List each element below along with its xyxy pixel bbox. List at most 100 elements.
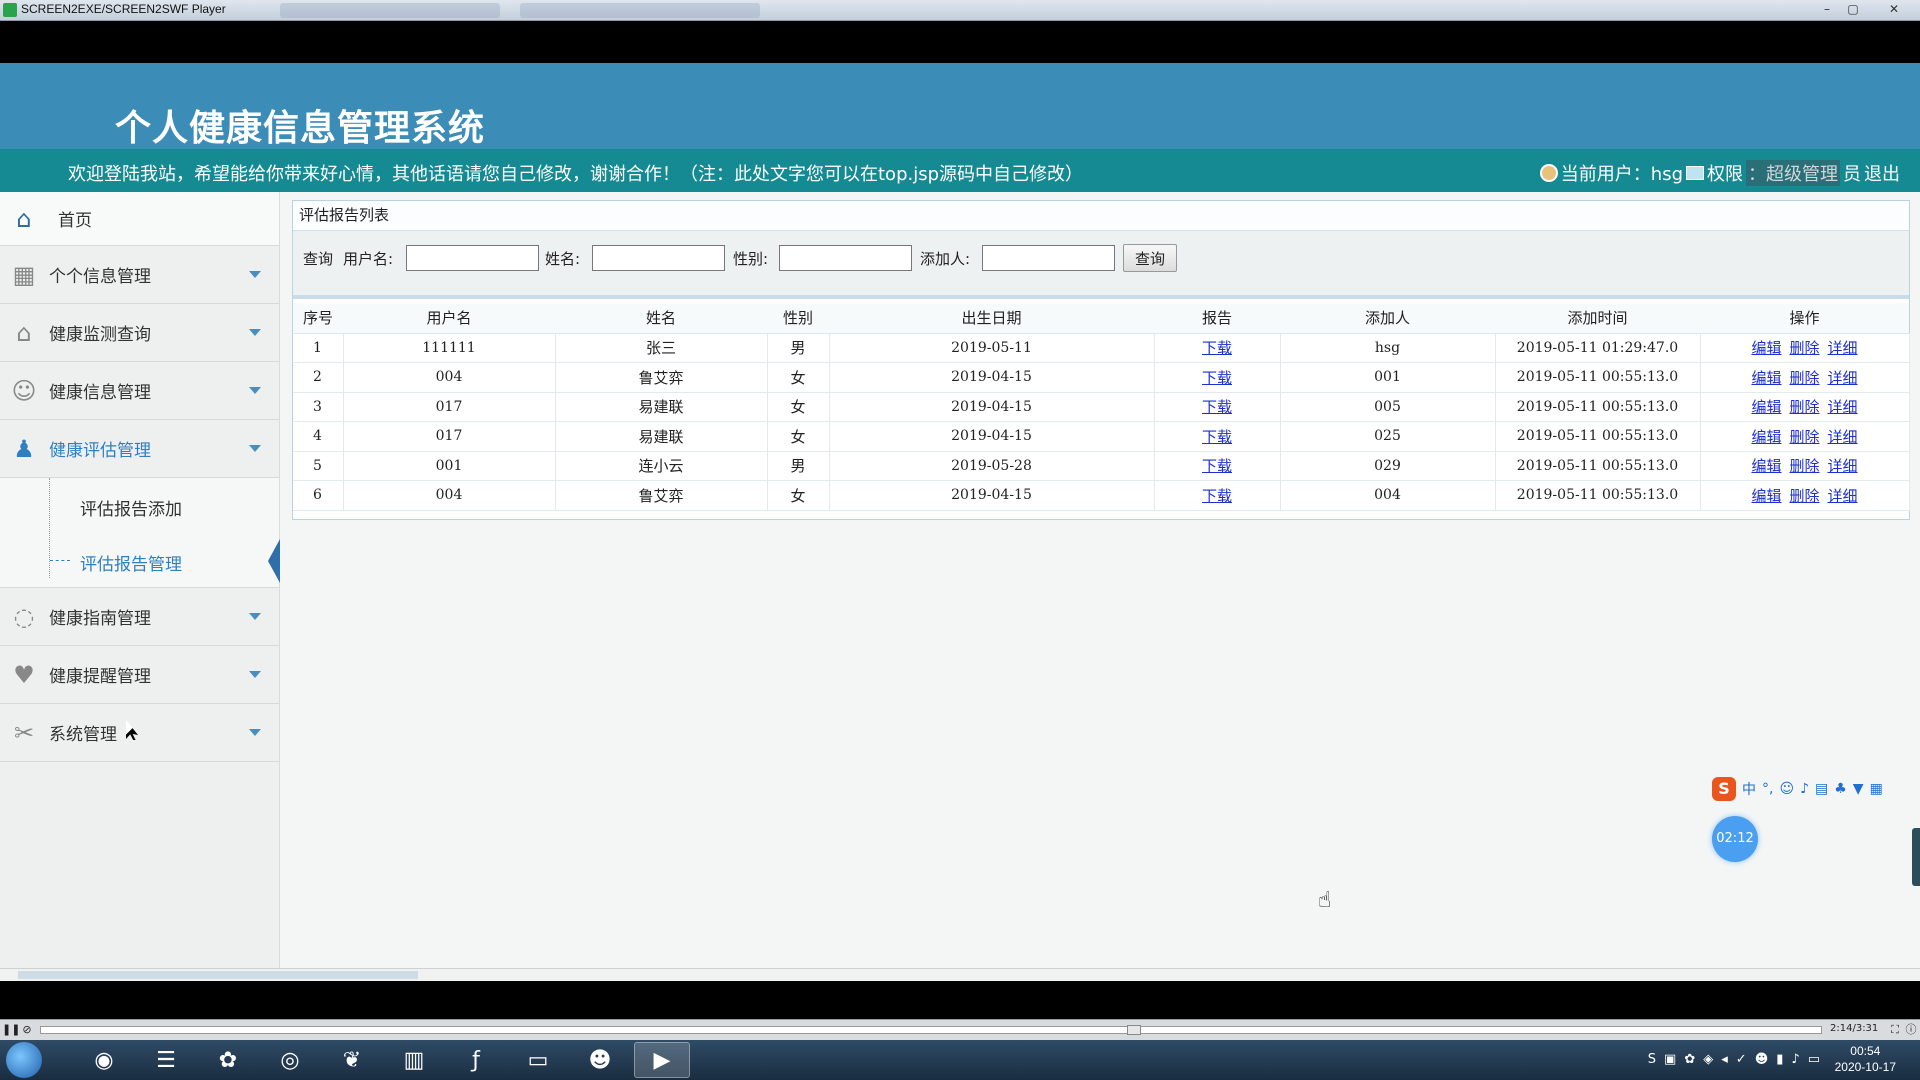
detail-link[interactable]: 详细 [1828, 398, 1858, 416]
table-row: 1 111111 张三男 2019-05-11 下载 hsg 2019-05-11 01:2… [293, 333, 1910, 363]
sidebar-item-monitoring[interactable]: ⌂ 健康监测查询 [0, 304, 279, 362]
network-tray-icon[interactable]: ▣ [1664, 1052, 1676, 1067]
qq-tray-icon[interactable]: ☻ [1755, 1052, 1769, 1067]
display-tray-icon[interactable]: ▭ [1808, 1052, 1820, 1067]
adder-input[interactable] [982, 245, 1115, 271]
table-row: 6 004 鲁艾弈女 2019-04-15 下载 004 2019-05-11 00:55:… [293, 480, 1910, 511]
arrow-tray-icon[interactable]: ◂ [1721, 1052, 1728, 1067]
microphone-icon[interactable]: ♪ [1800, 781, 1809, 797]
grid-menu-icon[interactable]: ▦ [1870, 781, 1883, 797]
screen2exe-player-icon[interactable]: ▶ [634, 1042, 690, 1078]
download-link[interactable]: 下载 [1202, 457, 1232, 475]
submenu-item-add-report[interactable]: 评估报告添加 [50, 478, 280, 533]
row-number: 2 [293, 362, 344, 393]
recording-timer[interactable]: 02:12 [1712, 816, 1758, 862]
player-titlebar: SCREEN2EXE/SCREEN2SWF Player – ▢ ✕ [0, 0, 1920, 21]
cell-report: 下载 [1154, 392, 1281, 422]
battery-tray-icon[interactable]: ▮ [1776, 1052, 1783, 1067]
stop-icon[interactable]: ⊘ [20, 1023, 34, 1037]
volume-icon[interactable]: ♪ [1791, 1052, 1799, 1067]
taskbar-clock[interactable]: 00:54 2020-10-17 [1835, 1043, 1896, 1075]
query-label: 查询 [303, 250, 334, 268]
sidebar-item-health-info[interactable]: ☺ 健康信息管理 [0, 362, 279, 420]
edit-link[interactable]: 编辑 [1751, 457, 1781, 475]
sidebar-item-system[interactable]: ✂ 系统管理 [0, 704, 279, 762]
download-link[interactable]: 下载 [1202, 487, 1232, 505]
sidebar-item-reminder[interactable]: ♥ 健康提醒管理 [0, 646, 279, 704]
detail-link[interactable]: 详细 [1828, 457, 1858, 475]
start-button[interactable] [6, 1042, 42, 1078]
flower-tray-icon[interactable]: ✿ [1684, 1052, 1695, 1067]
detail-link[interactable]: 详细 [1828, 487, 1858, 505]
search-button[interactable]: 查询 [1123, 244, 1177, 272]
chevron-down-icon [249, 613, 261, 620]
qq-icon[interactable]: ☻ [572, 1042, 628, 1078]
detail-link[interactable]: 详细 [1828, 428, 1858, 446]
chart-app-icon[interactable]: ▥ [386, 1042, 442, 1078]
sogou-tray-icon[interactable]: S [1648, 1052, 1656, 1067]
sidebar-item-label: 健康指南管理 [49, 609, 151, 629]
player-controls: ❚❚ ⊘ 2:14/3:31 ⛶ ⓘ [0, 1019, 1920, 1040]
minimize-button[interactable]: – [1816, 1, 1838, 18]
leaf-app-icon[interactable]: ❦ [324, 1042, 380, 1078]
edit-link[interactable]: 编辑 [1751, 339, 1781, 357]
edit-link[interactable]: 编辑 [1751, 398, 1781, 416]
seek-bar[interactable] [40, 1025, 1822, 1035]
detail-link[interactable]: 详细 [1828, 339, 1858, 357]
delete-link[interactable]: 删除 [1789, 428, 1819, 446]
cell-name: 鲁艾弈 [555, 362, 768, 393]
username-input[interactable] [406, 245, 539, 271]
submenu-item-manage-report[interactable]: 评估报告管理 [50, 533, 280, 588]
skin-icon[interactable]: ♣ [1834, 781, 1847, 797]
cell-actions: 编辑 删除 详细 [1700, 392, 1910, 422]
download-link[interactable]: 下载 [1202, 369, 1232, 387]
folder-icon[interactable]: ▭ [510, 1042, 566, 1078]
download-link[interactable]: 下载 [1202, 428, 1232, 446]
edit-link[interactable]: 编辑 [1751, 428, 1781, 446]
delete-link[interactable]: 删除 [1789, 398, 1819, 416]
delete-link[interactable]: 删除 [1789, 369, 1819, 387]
shirt-icon[interactable]: ▼ [1853, 781, 1864, 797]
tools-icon: ✂ [13, 718, 35, 747]
punctuation-icon[interactable]: °, [1762, 781, 1773, 797]
sidebar-item-home[interactable]: ⌂ 首页 [0, 192, 279, 246]
background-tab [280, 3, 500, 18]
cell-report: 下载 [1154, 362, 1281, 393]
delete-link[interactable]: 删除 [1789, 487, 1819, 505]
keyboard-icon[interactable]: ▤ [1815, 781, 1828, 797]
security-tray-icon[interactable]: ✓ [1736, 1052, 1747, 1067]
sidebar-item-assessment[interactable]: ♟ 健康评估管理 [0, 420, 279, 478]
delete-link[interactable]: 删除 [1789, 457, 1819, 475]
chevron-down-icon [249, 671, 261, 678]
delete-link[interactable]: 删除 [1789, 339, 1819, 357]
seek-thumb[interactable] [1127, 1025, 1141, 1035]
edit-link[interactable]: 编辑 [1751, 369, 1781, 387]
flash-icon[interactable]: ƒ [448, 1042, 504, 1078]
detail-link[interactable]: 详细 [1828, 369, 1858, 387]
browser-icon[interactable]: ◎ [262, 1042, 318, 1078]
baidu-netdisk-icon[interactable]: ✿ [200, 1042, 256, 1078]
column-header: 性别 [767, 303, 829, 334]
name-input[interactable] [592, 245, 725, 271]
media-player-icon[interactable]: ☰ [138, 1042, 194, 1078]
edit-link[interactable]: 编辑 [1751, 487, 1781, 505]
pause-icon[interactable]: ❚❚ [2, 1023, 20, 1037]
shield-tray-icon[interactable]: ◈ [1703, 1052, 1713, 1067]
table-row: 4 017 易建联女 2019-04-15 下载 025 2019-05-11 00:55:… [293, 421, 1910, 452]
download-link[interactable]: 下载 [1202, 398, 1232, 416]
gender-input[interactable] [779, 245, 912, 271]
info-icon[interactable]: ⓘ [1904, 1023, 1918, 1037]
emoji-icon[interactable]: ☺ [1779, 781, 1794, 797]
chrome-icon[interactable]: ◉ [76, 1042, 132, 1078]
download-link[interactable]: 下载 [1202, 339, 1232, 357]
panel-title: 评估报告列表 [293, 201, 1909, 231]
sidebar-item-personal-info[interactable]: ▦ 个个信息管理 [0, 246, 279, 304]
sidebar-item-guide[interactable]: ◌ 健康指南管理 [0, 588, 279, 646]
side-panel-handle[interactable] [1912, 828, 1920, 886]
ime-toolbar[interactable]: S 中 °, ☺ ♪ ▤ ♣ ▼ ▦ [1712, 777, 1883, 801]
logout-link[interactable]: 退出 [1864, 160, 1900, 186]
close-button[interactable]: ✕ [1874, 1, 1914, 18]
fullscreen-icon[interactable]: ⛶ [1888, 1023, 1902, 1037]
ime-language[interactable]: 中 [1742, 779, 1756, 799]
maximize-button[interactable]: ▢ [1842, 1, 1864, 18]
